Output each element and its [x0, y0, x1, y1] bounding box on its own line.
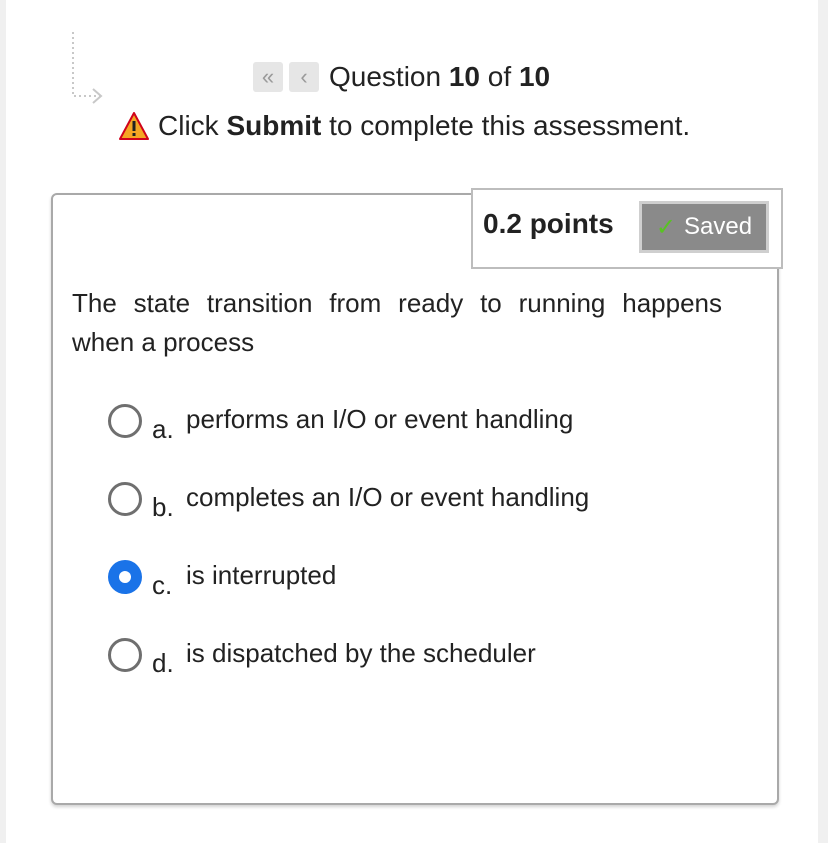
question-counter: Question 10 of 10: [329, 61, 550, 93]
corner-arrow-icon: [72, 32, 103, 104]
notice-text-before: Click: [158, 110, 219, 141]
warning-icon: [119, 112, 149, 140]
answer-option-b[interactable]: b. completes an I/O or event handling: [108, 479, 590, 522]
option-letter: c.: [152, 569, 173, 600]
first-question-button[interactable]: «: [253, 62, 283, 92]
option-text: is dispatched by the scheduler: [186, 637, 536, 668]
radio-button-d[interactable]: [108, 638, 142, 672]
question-prefix: Question: [329, 61, 442, 92]
left-edge: [0, 0, 6, 843]
submit-notice: Click Submit to complete this assessment…: [118, 106, 690, 146]
points-header: 0.2 points ✓ Saved: [471, 188, 783, 269]
double-chevron-left-icon: «: [261, 64, 275, 89]
option-text: performs an I/O or event handling: [186, 403, 574, 434]
of-text: of: [487, 61, 512, 92]
option-text: is interrupted: [186, 559, 337, 590]
points-value: 0.2 points: [483, 208, 614, 239]
option-text: completes an I/O or event handling: [186, 481, 590, 512]
option-letter: d.: [152, 647, 174, 678]
option-letter: b.: [152, 491, 174, 522]
radio-button-b[interactable]: [108, 482, 142, 516]
right-edge: [818, 0, 828, 843]
question-text: The state transition from ready to runni…: [72, 288, 722, 357]
question-navigation: « ‹ Question 10 of 10: [253, 59, 550, 95]
answer-option-d[interactable]: d. is dispatched by the scheduler: [108, 635, 536, 678]
option-letter: a.: [152, 413, 174, 444]
answer-option-a[interactable]: a. performs an I/O or event handling: [108, 401, 574, 444]
radio-button-a[interactable]: [108, 404, 142, 438]
total-questions: 10: [518, 61, 551, 92]
saved-label: Saved: [684, 213, 753, 240]
chevron-left-icon: ‹: [300, 64, 308, 89]
radio-button-c-selected[interactable]: [108, 560, 142, 594]
current-question-number: 10: [448, 61, 481, 92]
checkmark-icon: ✓: [655, 213, 677, 241]
notice-submit-word: Submit: [226, 110, 322, 141]
notice-text-after: to complete this assessment.: [329, 110, 691, 141]
saved-status-badge: ✓ Saved: [639, 201, 769, 253]
previous-question-button[interactable]: ‹: [289, 62, 319, 92]
answer-option-c[interactable]: c. is interrupted: [108, 557, 337, 600]
